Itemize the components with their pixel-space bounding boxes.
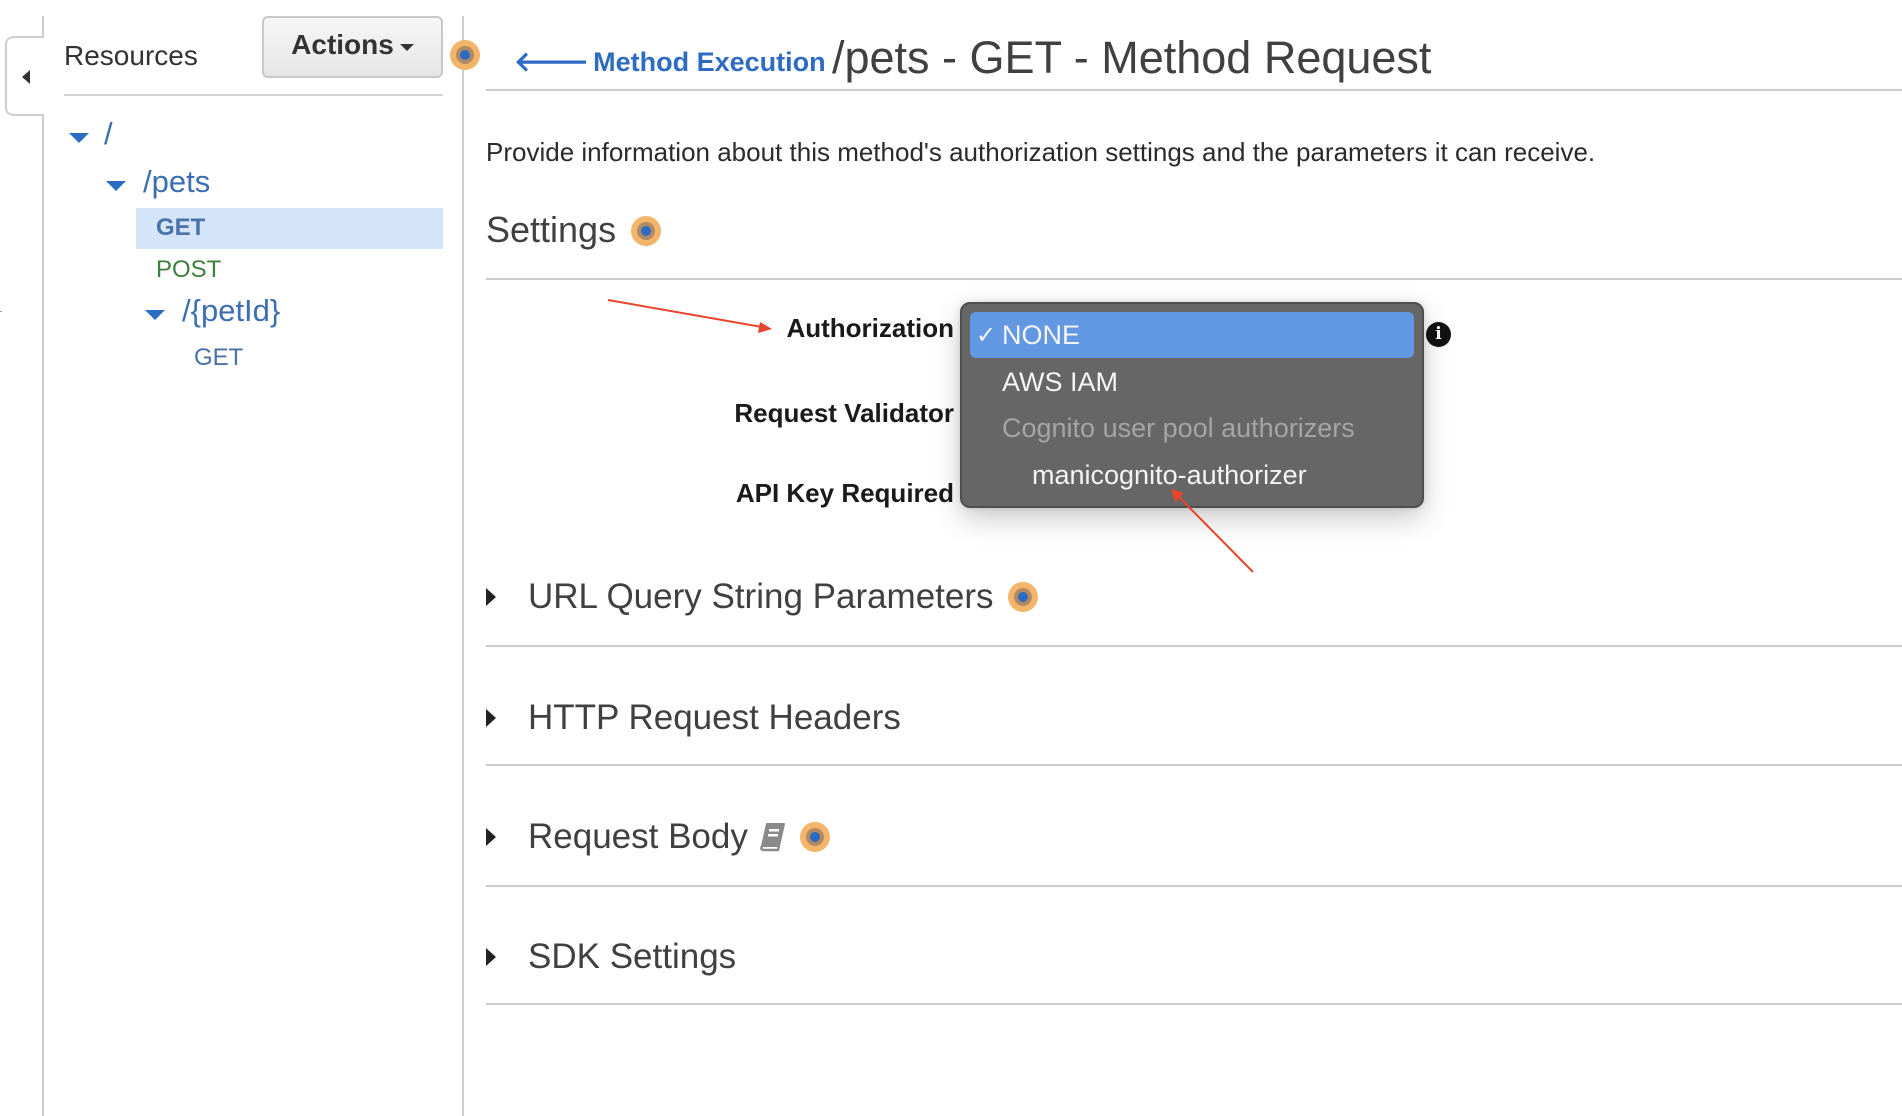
resources-title: Resources <box>64 40 198 71</box>
panel-divider[interactable] <box>462 16 464 1116</box>
caret-right-icon <box>486 948 496 966</box>
collapse-left-icon <box>22 70 30 84</box>
help-dot-icon[interactable] <box>450 40 480 70</box>
authorization-label: Authorization <box>786 313 954 343</box>
sidebar-divider <box>64 94 443 96</box>
section-label: URL Query String Parameters <box>528 577 994 616</box>
section-divider <box>486 645 1902 647</box>
tree-item-pets-post[interactable]: POST <box>156 256 221 284</box>
page-title: /pets - GET - Method Request <box>832 32 1432 83</box>
authorization-dropdown-menu[interactable]: ✓ NONE AWS IAM Cognito user pool authori… <box>960 302 1424 508</box>
section-divider <box>486 764 1902 766</box>
tree-item-root[interactable]: / <box>104 116 113 152</box>
section-label: SDK Settings <box>528 937 737 976</box>
tree-item-pets[interactable]: /pets <box>143 164 210 200</box>
dropdown-group-cognito: Cognito user pool authorizers <box>970 405 1414 451</box>
edge-mark <box>0 311 2 312</box>
option-label: AWS IAM <box>1002 366 1119 397</box>
section-label: Request Body <box>528 817 748 856</box>
page-description: Provide information about this method's … <box>486 137 1596 167</box>
tree-item-petid-get[interactable]: GET <box>194 344 243 372</box>
tree-item-pets-get[interactable]: GET <box>156 214 205 242</box>
help-dot-icon[interactable] <box>1007 582 1038 612</box>
section-sdk-settings[interactable]: SDK Settings <box>486 927 736 987</box>
dropdown-option-aws-iam[interactable]: AWS IAM <box>970 359 1414 405</box>
dropdown-option-none[interactable]: ✓ NONE <box>970 312 1414 358</box>
expand-triangle-icon[interactable] <box>106 181 126 191</box>
header-divider <box>486 89 1902 91</box>
back-link-label: Method Execution <box>593 47 826 77</box>
checkmark-icon: ✓ <box>976 321 997 349</box>
api-key-required-label: API Key Required <box>735 478 954 508</box>
annotation-arrow-authorization <box>607 299 772 333</box>
expand-triangle-icon[interactable] <box>69 133 89 143</box>
section-divider <box>486 1003 1902 1005</box>
group-label: Cognito user pool authorizers <box>1002 412 1355 443</box>
section-divider <box>486 885 1902 887</box>
section-url-query-string-parameters[interactable]: URL Query String Parameters <box>486 567 1038 627</box>
section-label: HTTP Request Headers <box>528 698 901 737</box>
method-execution-link[interactable]: 🡐 Method Execution <box>514 44 826 78</box>
help-dot-icon[interactable] <box>631 216 661 246</box>
actions-button[interactable]: Actions <box>262 16 443 78</box>
actions-label: Actions <box>291 29 394 60</box>
sidebar-border <box>42 16 44 36</box>
book-icon <box>759 823 785 852</box>
section-request-body[interactable]: Request Body <box>486 807 830 867</box>
expand-triangle-icon[interactable] <box>145 310 165 320</box>
sidebar-border <box>42 115 44 1116</box>
info-icon[interactable]: i <box>1426 322 1451 347</box>
tree-item-petid[interactable]: /{petId} <box>182 293 280 329</box>
option-label: manicognito-authorizer <box>1032 459 1307 490</box>
arrow-left-icon: 🡐 <box>514 46 590 77</box>
option-label: NONE <box>1002 319 1081 350</box>
caret-right-icon <box>486 828 496 846</box>
settings-divider <box>486 278 1902 280</box>
caret-down-icon <box>399 43 414 51</box>
request-validator-label: Request Validator <box>734 398 954 428</box>
collapse-sidebar-button[interactable] <box>5 36 44 116</box>
caret-right-icon <box>486 588 496 606</box>
settings-heading: Settings <box>486 209 616 251</box>
settings-heading-label: Settings <box>486 209 617 250</box>
caret-right-icon <box>486 709 496 727</box>
help-dot-icon[interactable] <box>799 822 830 852</box>
section-http-request-headers[interactable]: HTTP Request Headers <box>486 688 901 748</box>
dropdown-option-manicognito-authorizer[interactable]: manicognito-authorizer <box>970 452 1414 498</box>
